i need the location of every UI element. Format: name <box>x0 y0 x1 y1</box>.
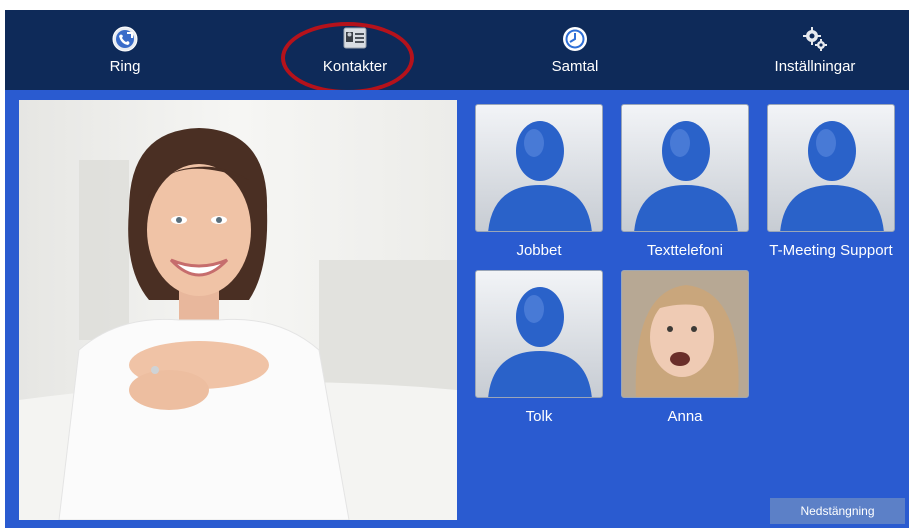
phone-globe-icon <box>112 26 138 52</box>
contact-name: Jobbet <box>516 242 562 259</box>
shutdown-button[interactable]: Nedstängning <box>770 498 905 524</box>
gears-icon <box>802 26 828 52</box>
contact-tile-texttelefoni[interactable] <box>621 104 749 232</box>
video-preview <box>19 100 457 520</box>
main-content: Jobbet Texttelefoni T-Meeting Support To… <box>5 90 909 528</box>
nav-kontakter[interactable]: Kontakter <box>300 10 410 90</box>
contact-tile-t-meeting-support[interactable] <box>767 104 895 232</box>
person-silhouette-icon <box>488 121 592 231</box>
nav-ring-label: Ring <box>109 57 141 75</box>
contact-tile-jobbet[interactable] <box>475 104 603 232</box>
nav-installningar-label: Inställningar <box>774 57 856 75</box>
contact-name: Tolk <box>525 408 553 425</box>
nav-kontakter-label: Kontakter <box>322 57 388 75</box>
clock-icon <box>562 26 588 52</box>
nav-samtal[interactable]: Samtal <box>515 10 635 90</box>
contact-card-icon <box>342 26 368 52</box>
contact-name: Texttelefoni <box>647 242 723 259</box>
person-silhouette-icon <box>488 287 592 397</box>
nav-ring[interactable]: Ring <box>65 10 185 90</box>
nav-installningar[interactable]: Inställningar <box>750 10 880 90</box>
top-navigation-bar: Ring Kontakter Samtal Inställningar <box>5 10 909 90</box>
contact-name: Anna <box>667 408 703 425</box>
person-silhouette-icon <box>780 121 884 231</box>
contact-tile-anna[interactable] <box>621 270 749 398</box>
person-silhouette-icon <box>634 121 738 231</box>
contact-name: T-Meeting Support <box>769 242 893 259</box>
contact-photo <box>622 271 748 397</box>
nav-samtal-label: Samtal <box>551 57 599 75</box>
contact-tile-tolk[interactable] <box>475 270 603 398</box>
